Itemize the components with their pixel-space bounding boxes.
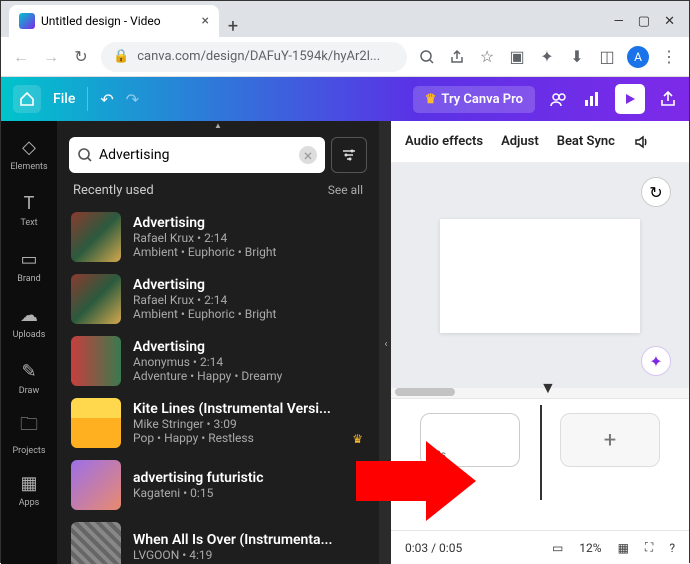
adjust-button[interactable]: Adjust — [501, 134, 539, 149]
see-all-link[interactable]: See all — [328, 183, 363, 198]
video-frame[interactable] — [440, 219, 640, 333]
profile-avatar[interactable]: A — [627, 46, 649, 68]
audio-effects-button[interactable]: Audio effects — [405, 134, 483, 149]
zoom-icon[interactable] — [417, 47, 437, 67]
playhead-marker-icon: ▼ — [540, 378, 548, 386]
crown-icon: ♛ — [352, 432, 363, 446]
new-tab-button[interactable]: + — [219, 16, 247, 37]
search-panel: ▲ × Recently used See all Advertising Ra… — [57, 121, 379, 564]
maximize-icon[interactable]: ▢ — [638, 14, 650, 29]
downloads-icon[interactable]: ⬇ — [567, 47, 587, 67]
analytics-icon[interactable] — [583, 90, 601, 108]
tab-title: Untitled design - Video — [41, 14, 161, 28]
home-button[interactable] — [13, 85, 41, 113]
zoom-level[interactable]: 12% — [579, 541, 601, 555]
timeline: 5.0s + 5.0s ⋯ — [391, 398, 689, 530]
list-item[interactable]: Advertising Rafael Krux • 2:14 Ambient •… — [57, 206, 379, 268]
clear-search-icon[interactable]: × — [299, 146, 317, 164]
playhead[interactable] — [540, 405, 542, 500]
video-clip[interactable]: 5.0s — [420, 413, 520, 467]
canvas-toolbar: Audio effects Adjust Beat Sync — [391, 121, 689, 163]
filter-button[interactable] — [331, 137, 367, 173]
audio-thumbnail — [71, 274, 121, 324]
clip-duration-label: 5.0s — [427, 450, 446, 461]
left-rail: ◇Elements TText ▭Brand ☁Uploads ✎Draw 🗀P… — [1, 121, 57, 564]
canvas-area: Audio effects Adjust Beat Sync ↻ ✦ ▼ 5.0… — [391, 121, 689, 564]
browser-toolbar: ← → ↻ 🔒 canva.com/design/DAFuY-1594k/hyA… — [1, 37, 689, 77]
bookmark-icon[interactable]: ☆ — [477, 47, 497, 67]
close-window-icon[interactable]: ✕ — [664, 14, 675, 29]
section-title: Recently used — [73, 183, 154, 198]
rail-uploads[interactable]: ☁Uploads — [4, 295, 54, 349]
close-tab-icon[interactable]: × — [202, 13, 209, 29]
search-input[interactable] — [99, 147, 293, 163]
audio-thumbnail — [71, 522, 121, 564]
list-item[interactable]: When All Is Over (Instrumenta... LVGOON … — [57, 516, 379, 564]
url-text: canva.com/design/DAFuY-1594k/hyAr2l... — [137, 49, 380, 64]
rail-brand[interactable]: ▭Brand — [4, 239, 54, 293]
results-list: Advertising Rafael Krux • 2:14 Ambient •… — [57, 206, 379, 564]
crown-icon: ♛ — [425, 92, 437, 107]
play-button[interactable] — [615, 84, 645, 114]
panel-divider: ‹ — [379, 121, 391, 564]
scroll-up-icon[interactable]: ▲ — [57, 121, 379, 131]
magic-icon[interactable]: ✦ — [641, 346, 671, 376]
folder-icon: 🗀 — [20, 412, 38, 442]
try-pro-button[interactable]: ♛ Try Canva Pro — [413, 86, 535, 113]
list-item[interactable]: Advertising Anonymus • 2:14 Adventure • … — [57, 330, 379, 392]
audio-thumbnail — [71, 398, 121, 448]
status-bar: 0:03 / 0:05 ▭ 12% ▦ ⛶ ? — [391, 530, 689, 564]
fullscreen-icon[interactable]: ⛶ — [645, 540, 653, 555]
collaborators-icon[interactable] — [549, 89, 569, 109]
shapes-icon: ◇ — [22, 137, 36, 158]
list-item[interactable]: Kite Lines (Instrumental Versi... Mike S… — [57, 392, 379, 454]
file-menu[interactable]: File — [53, 91, 75, 107]
browser-tab[interactable]: Untitled design - Video × — [9, 5, 219, 37]
canvas-stage[interactable]: ↻ ✦ ▼ — [391, 163, 689, 388]
help-icon[interactable]: ? — [669, 541, 675, 555]
divider — [87, 87, 88, 111]
brand-icon: ▭ — [20, 249, 37, 270]
beat-sync-button[interactable]: Beat Sync — [557, 134, 615, 149]
menu-icon[interactable]: ⋮ — [659, 47, 679, 67]
reload-button[interactable]: ↻ — [71, 47, 91, 67]
share-icon[interactable] — [447, 47, 467, 67]
extension-puzzle-icon[interactable]: ✦ — [537, 47, 557, 67]
pencil-icon: ✎ — [21, 361, 36, 382]
list-item[interactable]: advertising futuristic Kagateni • 0:15 — [57, 454, 379, 516]
refresh-icon[interactable]: ↻ — [641, 177, 671, 207]
extension-icon-1[interactable]: ▣ — [507, 47, 527, 67]
rail-text[interactable]: TText — [4, 183, 54, 237]
layout-icon[interactable]: ▭ — [552, 541, 563, 555]
address-bar[interactable]: 🔒 canva.com/design/DAFuY-1594k/hyAr2l... — [101, 42, 407, 72]
add-clip-button[interactable]: + — [560, 413, 660, 467]
playback-time: 0:03 / 0:05 — [405, 541, 462, 555]
app-header: File ↶ ↷ ♛ Try Canva Pro — [1, 77, 689, 121]
audio-thumbnail — [71, 212, 121, 262]
browser-titlebar: Untitled design - Video × + — ▢ ✕ — [1, 1, 689, 37]
back-button[interactable]: ← — [11, 47, 31, 67]
rail-elements[interactable]: ◇Elements — [4, 127, 54, 181]
apps-icon: ▦ — [20, 473, 37, 494]
canva-favicon — [19, 13, 35, 29]
forward-button[interactable]: → — [41, 47, 61, 67]
redo-button[interactable]: ↷ — [126, 90, 139, 109]
rail-apps[interactable]: ▦Apps — [4, 463, 54, 517]
audio-thumbnail — [71, 336, 121, 386]
undo-button[interactable]: ↶ — [100, 90, 113, 109]
rail-projects[interactable]: 🗀Projects — [4, 407, 54, 461]
audio-thumbnail — [71, 460, 121, 510]
volume-icon[interactable] — [633, 133, 651, 151]
lock-icon: 🔒 — [113, 49, 129, 64]
text-icon: T — [24, 193, 35, 214]
upload-icon: ☁ — [20, 305, 38, 326]
rail-draw[interactable]: ✎Draw — [4, 351, 54, 405]
list-item[interactable]: Advertising Rafael Krux • 2:14 Ambient •… — [57, 268, 379, 330]
grid-view-icon[interactable]: ▦ — [618, 541, 629, 555]
share-button[interactable] — [659, 90, 677, 108]
search-box[interactable]: × — [69, 137, 325, 173]
sidepanel-icon[interactable]: ◫ — [597, 47, 617, 67]
minimize-icon[interactable]: — — [614, 14, 624, 29]
search-icon — [77, 147, 93, 163]
